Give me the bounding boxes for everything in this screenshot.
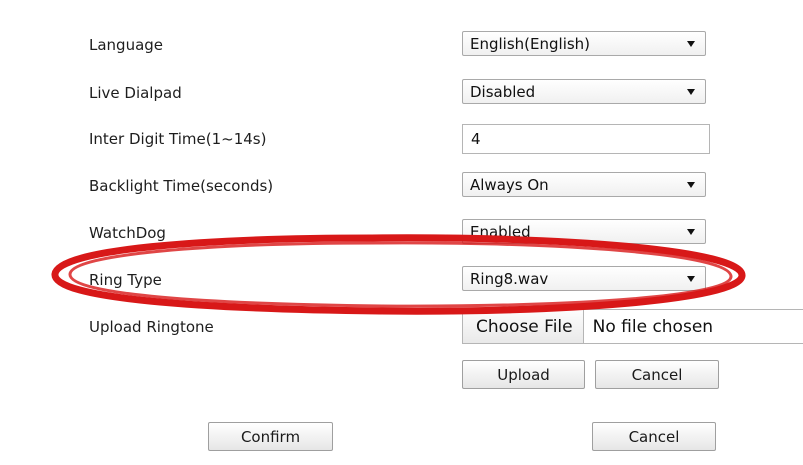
watchdog-select[interactable]: Enabled	[462, 219, 706, 244]
live-dialpad-select[interactable]: Disabled	[462, 79, 706, 104]
upload-cancel-button[interactable]: Cancel	[595, 360, 719, 389]
backlight-time-select-value: Always On	[470, 175, 549, 194]
live-dialpad-select-value: Disabled	[470, 82, 536, 101]
watchdog-select-value: Enabled	[470, 222, 531, 241]
language-select[interactable]: English(English)	[462, 31, 706, 56]
live-dialpad-label: Live Dialpad	[89, 84, 182, 102]
phone-preferences-page: Language English(English) Live Dialpad D…	[0, 0, 803, 465]
inter-digit-time-label: Inter Digit Time(1~14s)	[89, 130, 267, 148]
file-chosen-status: No file chosen	[592, 316, 714, 337]
inter-digit-time-input[interactable]: 4	[462, 124, 710, 154]
language-label: Language	[89, 36, 164, 54]
footer-cancel-button[interactable]: Cancel	[592, 422, 716, 451]
ring-type-select[interactable]: Ring8.wav	[462, 266, 706, 291]
ring-type-select-value: Ring8.wav	[470, 269, 549, 288]
choose-file-button[interactable]: Choose File	[463, 310, 584, 343]
dropdown-arrow-icon	[687, 275, 695, 282]
inter-digit-time-value: 4	[471, 130, 481, 148]
dropdown-arrow-icon	[687, 181, 695, 188]
watchdog-label: WatchDog	[89, 224, 166, 242]
dropdown-arrow-icon	[687, 88, 695, 95]
ringtone-file-input[interactable]: Choose File No file chosen	[462, 309, 803, 344]
upload-button[interactable]: Upload	[462, 360, 585, 389]
backlight-time-select[interactable]: Always On	[462, 172, 706, 197]
language-select-value: English(English)	[470, 34, 591, 53]
dropdown-arrow-icon	[687, 228, 695, 235]
confirm-button[interactable]: Confirm	[208, 422, 333, 451]
ring-type-label: Ring Type	[89, 271, 162, 289]
dropdown-arrow-icon	[687, 40, 695, 47]
upload-ringtone-label: Upload Ringtone	[89, 318, 214, 336]
backlight-time-label: Backlight Time(seconds)	[89, 177, 274, 195]
